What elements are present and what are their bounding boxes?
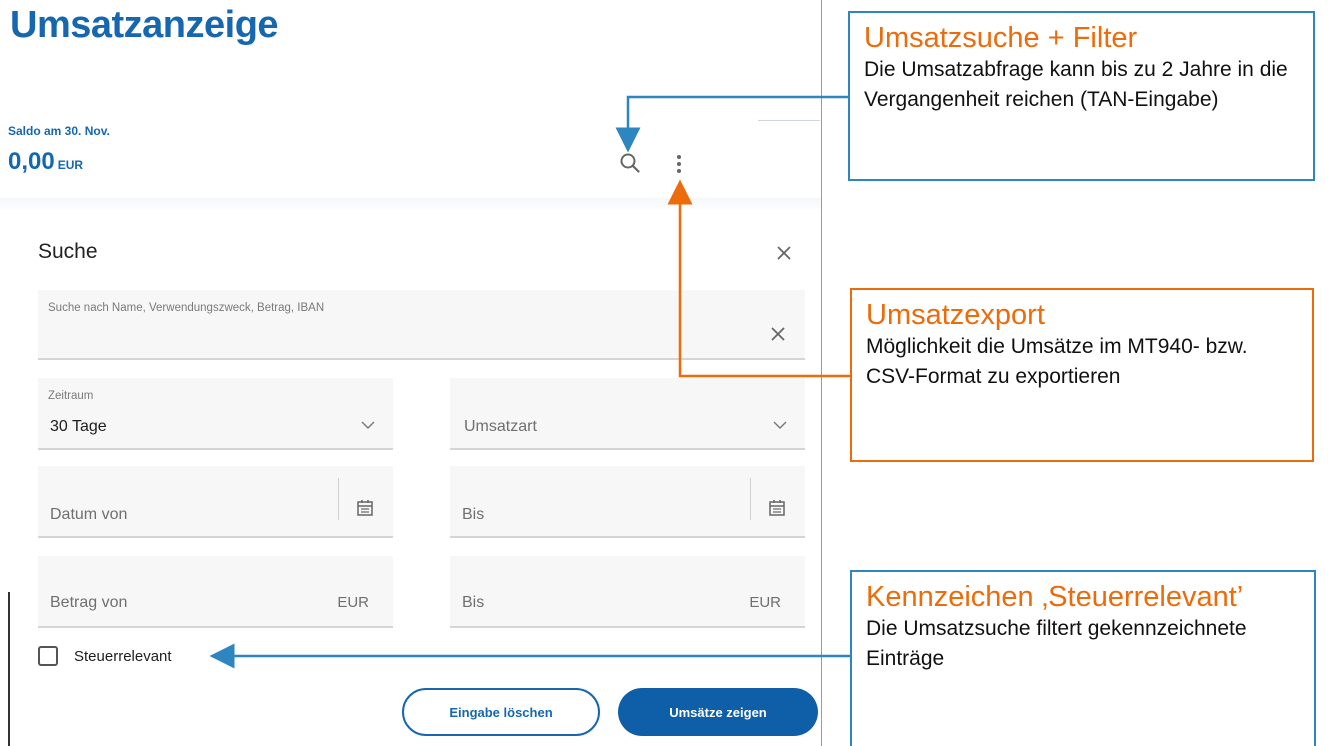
callout-export-title: Umsatzexport xyxy=(866,299,1045,331)
search-button[interactable] xyxy=(614,148,646,178)
calendar-icon[interactable] xyxy=(767,498,787,518)
steuerrelevant-checkbox-row[interactable]: Steuerrelevant xyxy=(38,646,172,666)
field-divider xyxy=(750,478,751,520)
callout-export-body: Möglichkeit die Umsätze im MT940- bzw. C… xyxy=(866,335,1248,388)
balance-currency: EUR xyxy=(57,158,84,172)
close-icon xyxy=(771,327,785,341)
callout-export: Umsatzexport Möglichkeit die Umsätze im … xyxy=(850,288,1314,462)
date-from-field[interactable]: Datum von xyxy=(38,466,393,538)
chevron-down-icon xyxy=(773,421,787,429)
clear-input-button[interactable]: Eingabe löschen xyxy=(402,688,600,736)
show-transactions-button[interactable]: Umsätze zeigen xyxy=(618,688,818,736)
balance-amount: 0,00 xyxy=(8,148,55,175)
steuerrelevant-label: Steuerrelevant xyxy=(74,647,172,665)
callout-filter-body: Die Umsatzabfrage kann bis zu 2 Jahre in… xyxy=(864,58,1288,111)
steuerrelevant-checkbox[interactable] xyxy=(38,646,58,666)
umsatzart-select[interactable]: Umsatzart xyxy=(450,378,805,450)
zeitraum-value: 30 Tage xyxy=(50,418,107,435)
date-from-placeholder: Datum von xyxy=(50,506,128,523)
banking-app-panel: Umsatzanzeige Saldo am 30. Nov. 0,00 EUR … xyxy=(0,0,822,746)
edge-line xyxy=(8,592,10,746)
search-icon xyxy=(620,153,640,173)
search-input-label: Suche nach Name, Verwendungszweck, Betra… xyxy=(48,302,325,314)
callout-tax-title: Kennzeichen ‚Steuerrelevant’ xyxy=(866,581,1244,613)
umsatzart-placeholder: Umsatzart xyxy=(464,418,537,435)
amount-to-field[interactable]: Bis EUR xyxy=(450,556,805,628)
page-title: Umsatzanzeige xyxy=(10,4,279,46)
balance-label: Saldo am 30. Nov. xyxy=(8,124,110,138)
zeitraum-label: Zeitraum xyxy=(48,390,94,402)
calendar-icon[interactable] xyxy=(355,498,375,518)
callout-tax-relevant: Kennzeichen ‚Steuerrelevant’ Die Umsatzs… xyxy=(850,570,1316,746)
amount-from-field[interactable]: Betrag von EUR xyxy=(38,556,393,628)
amount-to-currency: EUR xyxy=(749,594,781,611)
amount-to-placeholder: Bis xyxy=(462,594,485,611)
export-menu-button[interactable] xyxy=(666,148,692,180)
date-to-placeholder: Bis xyxy=(462,506,485,523)
zeitraum-select[interactable]: Zeitraum 30 Tage xyxy=(38,378,393,450)
clear-search-button[interactable] xyxy=(763,320,793,348)
amount-from-placeholder: Betrag von xyxy=(50,594,128,611)
search-input[interactable]: Suche nach Name, Verwendungszweck, Betra… xyxy=(38,290,805,360)
amount-from-currency: EUR xyxy=(337,594,369,611)
more-vertical-icon xyxy=(677,155,681,173)
chevron-down-icon xyxy=(361,421,375,429)
close-icon xyxy=(777,246,791,260)
search-panel-title: Suche xyxy=(38,240,98,263)
callout-filter-title: Umsatzsuche + Filter xyxy=(864,22,1138,54)
header-shadow xyxy=(0,198,821,212)
balance-display: 0,00 EUR xyxy=(8,148,83,176)
date-to-field[interactable]: Bis xyxy=(450,466,805,538)
callout-tax-body: Die Umsatzsuche filtert gekennzeichnete … xyxy=(866,617,1247,670)
callout-search-filter: Umsatzsuche + Filter Die Umsatzabfrage k… xyxy=(848,11,1315,181)
divider xyxy=(758,120,820,121)
field-divider xyxy=(338,478,339,520)
close-search-button[interactable] xyxy=(768,238,800,268)
